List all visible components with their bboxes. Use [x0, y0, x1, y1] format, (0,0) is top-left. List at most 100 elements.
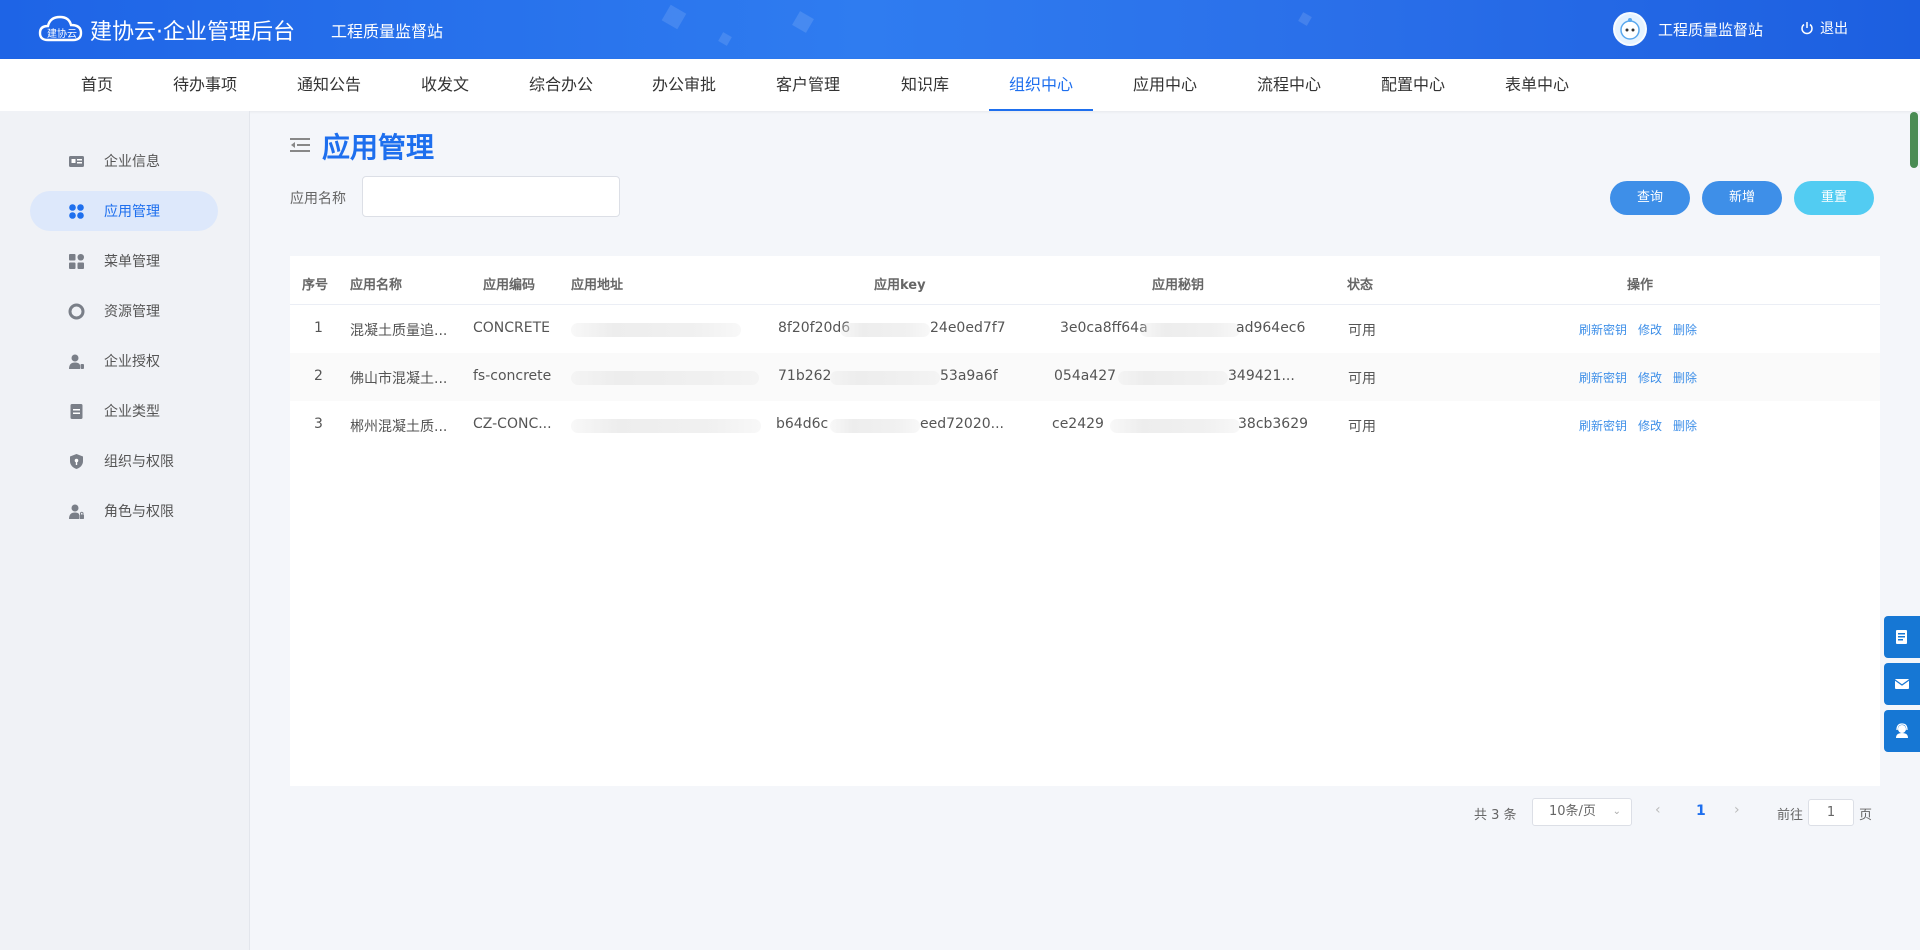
edit-link[interactable]: 修改	[1638, 369, 1662, 386]
nav-item-organization[interactable]: 组织中心	[989, 59, 1093, 111]
sidebar-item-menu-management[interactable]: 菜单管理	[30, 241, 218, 281]
cell-code: CZ-CONC...	[473, 416, 552, 432]
header-decoration	[661, 4, 687, 30]
cell-status: 可用	[1348, 371, 1376, 387]
cell-index: 3	[314, 416, 323, 432]
table-row: 3 郴州混凝土质... CZ-CONC... b64d6c eed72020..…	[290, 401, 1880, 449]
user-key-icon	[69, 354, 84, 369]
next-page-button[interactable]: ›	[1734, 802, 1740, 818]
shield-icon	[70, 454, 83, 469]
chevron-down-icon: ⌄	[1612, 806, 1621, 817]
user-name[interactable]: 工程质量监督站	[1658, 19, 1763, 40]
nav-item-home[interactable]: 首页	[65, 59, 129, 111]
cell-key-start: b64d6c	[776, 416, 829, 432]
redacted-url	[571, 419, 761, 433]
page-scrollbar[interactable]	[1910, 112, 1918, 168]
sidebar: 企业信息 应用管理 菜单管理 资源管理 企业授权 企业类型 组织与权限 角色与权…	[0, 111, 250, 950]
document-icon	[70, 404, 83, 419]
cell-index: 1	[314, 320, 323, 336]
nav-item-documents[interactable]: 收发文	[410, 59, 480, 111]
jianxie-cloud-logo[interactable]: 建协云	[38, 12, 84, 46]
id-card-icon	[69, 156, 84, 167]
column-header-status: 状态	[1347, 278, 1374, 293]
nav-item-customers[interactable]: 客户管理	[768, 59, 848, 111]
add-button[interactable]: 新增	[1702, 181, 1782, 215]
column-header-code: 应用编码	[483, 278, 536, 293]
cell-secret-start: 054a427	[1054, 368, 1117, 384]
user-lock-icon	[69, 504, 84, 519]
sidebar-item-org-permissions[interactable]: 组织与权限	[30, 441, 218, 481]
header-decoration	[718, 32, 732, 46]
page-number-current[interactable]: 1	[1696, 803, 1706, 819]
goto-page-input[interactable]: 1	[1808, 799, 1854, 826]
nav-item-config[interactable]: 配置中心	[1373, 59, 1453, 111]
nav-item-todo[interactable]: 待办事项	[165, 59, 245, 111]
column-header-name: 应用名称	[350, 278, 403, 293]
nav-item-office[interactable]: 综合办公	[521, 59, 601, 111]
table-row: 2 佛山市混凝土... fs-concrete 71b262 53a9a6f 0…	[290, 353, 1880, 401]
float-support-button[interactable]	[1884, 710, 1920, 752]
page-title: 应用管理	[322, 131, 435, 164]
notes-icon	[1896, 630, 1907, 644]
delete-link[interactable]: 删除	[1673, 417, 1697, 434]
header-decoration	[792, 11, 814, 33]
redacted-secret	[1118, 371, 1228, 385]
delete-link[interactable]: 删除	[1673, 321, 1697, 338]
column-header-index: 序号	[302, 278, 329, 293]
logo-text: 建协云	[47, 27, 77, 40]
goto-label: 前往	[1777, 808, 1804, 823]
delete-link[interactable]: 删除	[1673, 369, 1697, 386]
redacted-key	[830, 371, 940, 385]
cell-key-start: 71b262	[778, 368, 832, 384]
float-notes-button[interactable]	[1884, 616, 1920, 658]
sidebar-item-company-info[interactable]: 企业信息	[30, 141, 218, 181]
table-row: 1 混凝土质量追... CONCRETE 8f20f20d6 24e0ed7f7…	[290, 305, 1880, 353]
refresh-secret-link[interactable]: 刷新密钥	[1579, 369, 1627, 386]
column-header-actions: 操作	[1627, 278, 1654, 293]
float-message-button[interactable]	[1884, 663, 1920, 705]
nav-item-forms[interactable]: 表单中心	[1497, 59, 1577, 111]
nav-item-notices[interactable]: 通知公告	[289, 59, 369, 111]
sidebar-item-label: 菜单管理	[104, 254, 160, 270]
sidebar-item-app-management[interactable]: 应用管理	[30, 191, 218, 231]
apps-grid-icon	[69, 204, 84, 219]
main-nav: 首页 待办事项 通知公告 收发文 综合办公 办公审批 客户管理 知识库 组织中心…	[0, 59, 1920, 168]
sidebar-item-enterprise-type[interactable]: 企业类型	[30, 391, 218, 431]
refresh-secret-link[interactable]: 刷新密钥	[1579, 321, 1627, 338]
edit-link[interactable]: 修改	[1638, 417, 1662, 434]
logout-button[interactable]: 退出	[1800, 18, 1848, 38]
power-icon	[1801, 22, 1813, 35]
sidebar-item-label: 组织与权限	[104, 454, 174, 470]
sidebar-item-enterprise-auth[interactable]: 企业授权	[30, 341, 218, 381]
sidebar-item-label: 角色与权限	[104, 504, 174, 520]
nav-item-approval[interactable]: 办公审批	[644, 59, 724, 111]
page-size-select[interactable]: 10条/页 ⌄	[1532, 798, 1632, 826]
mail-icon	[1894, 679, 1910, 689]
edit-link[interactable]: 修改	[1638, 321, 1662, 338]
page-suffix-label: 页	[1859, 808, 1873, 823]
redacted-key	[840, 323, 930, 337]
collapse-menu-icon[interactable]	[290, 135, 312, 155]
nav-item-apps[interactable]: 应用中心	[1125, 59, 1205, 111]
cell-key-end: 53a9a6f	[940, 368, 998, 384]
cell-key-end: eed72020...	[920, 416, 1004, 432]
nav-item-knowledge[interactable]: 知识库	[892, 59, 958, 111]
sidebar-item-resource-management[interactable]: 资源管理	[30, 291, 218, 331]
cell-secret-end: 38cb3629	[1238, 416, 1309, 432]
pagination-total: 共 3 条	[1474, 808, 1517, 823]
cell-code: CONCRETE	[473, 320, 551, 336]
header-decoration	[1298, 12, 1312, 26]
robot-avatar-icon	[1620, 18, 1640, 40]
page-size-value: 10条/页	[1549, 804, 1596, 819]
user-avatar[interactable]	[1613, 12, 1647, 46]
nav-item-workflow[interactable]: 流程中心	[1249, 59, 1329, 111]
reset-button[interactable]: 重置	[1794, 181, 1874, 215]
cell-name: 佛山市混凝土...	[350, 371, 448, 387]
sidebar-item-role-permissions[interactable]: 角色与权限	[30, 491, 218, 531]
sidebar-item-label: 企业类型	[104, 404, 160, 420]
refresh-secret-link[interactable]: 刷新密钥	[1579, 417, 1627, 434]
query-button[interactable]: 查询	[1610, 181, 1690, 215]
ring-icon	[68, 303, 85, 320]
app-name-input[interactable]	[362, 176, 620, 217]
prev-page-button[interactable]: ‹	[1655, 802, 1661, 818]
